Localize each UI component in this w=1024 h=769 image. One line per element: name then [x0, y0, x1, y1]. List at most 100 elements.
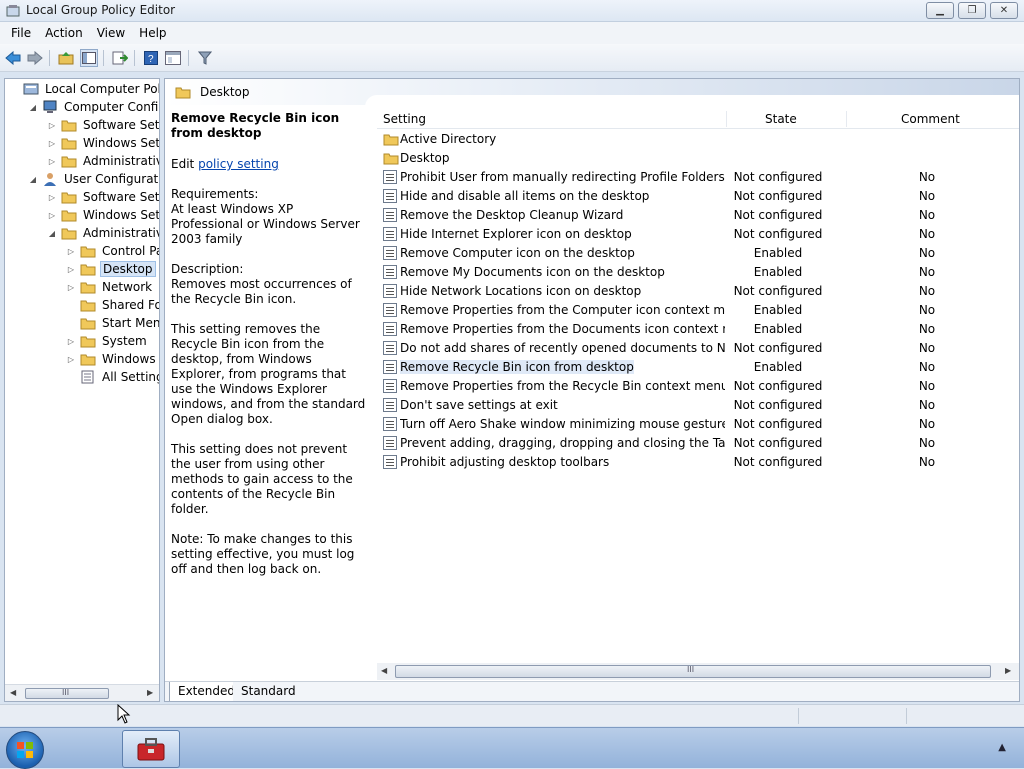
column-separator[interactable] [726, 111, 727, 127]
comment-cell: No [918, 265, 936, 279]
tree-node[interactable]: ◢ User Configuration [28, 170, 159, 188]
policy-row[interactable]: Do not add shares of recently opened doc… [377, 339, 1019, 358]
folder-row[interactable]: Active Directory [377, 130, 1019, 149]
collapse-arrow-icon[interactable]: ◢ [28, 174, 38, 184]
policy-row[interactable]: Hide Network Locations icon on desktop No… [377, 282, 1019, 301]
setting-cell: Remove Computer icon on the desktop [400, 246, 725, 260]
tree-node[interactable]: ▷ Administrative Te [47, 152, 159, 170]
state-cell: Not configured [733, 170, 823, 184]
tab-standard[interactable]: Standard [233, 682, 304, 701]
scroll-left-icon[interactable]: ◀ [381, 666, 387, 675]
policy-row[interactable]: Hide and disable all items on the deskto… [377, 187, 1019, 206]
tree-node[interactable]: ▷ Windows Setting [47, 206, 159, 224]
expand-arrow-icon[interactable]: ▷ [66, 282, 76, 292]
tree-node[interactable]: ▷ Windows Setting [47, 134, 159, 152]
expand-arrow-icon[interactable]: ▷ [66, 246, 76, 256]
tree-scroll-thumb[interactable]: III [25, 688, 109, 699]
scroll-right-icon[interactable]: ▶ [1005, 666, 1011, 675]
export-list-icon[interactable] [111, 49, 129, 67]
expand-arrow-icon[interactable]: ▷ [47, 192, 57, 202]
show-hidden-icons-button[interactable]: ▲ [998, 742, 1006, 753]
policy-row[interactable]: Remove Properties from the Recycle Bin c… [377, 377, 1019, 396]
tree-node[interactable]: Shared Folder [66, 296, 159, 314]
tree-node[interactable]: Start Menu ar [66, 314, 159, 332]
close-button[interactable]: ✕ [990, 2, 1018, 19]
tree-node[interactable]: ▷ Windows Cor [66, 350, 159, 368]
forward-arrow-icon[interactable] [26, 49, 44, 67]
policy-row[interactable]: Turn off Aero Shake window minimizing mo… [377, 415, 1019, 434]
tree-node[interactable]: ◢ Computer Configura [28, 98, 159, 116]
tree-node-label: Administrative Te [83, 226, 159, 240]
column-header-state[interactable]: State [765, 109, 797, 129]
policy-row[interactable]: Remove My Documents icon on the desktop E… [377, 263, 1019, 282]
state-cell: Not configured [733, 208, 823, 222]
description-block: Description: Removes most occurrences of… [171, 262, 369, 307]
edit-prefix: Edit [171, 157, 195, 171]
edit-line: Edit policy setting [171, 157, 369, 172]
expand-arrow-icon[interactable]: ▷ [47, 156, 57, 166]
taskbar: ▲ [0, 727, 1024, 769]
tree-node[interactable]: All Settings [66, 368, 159, 386]
tree-node-label: User Configuration [64, 172, 159, 186]
column-separator[interactable] [846, 111, 847, 127]
folder-row[interactable]: Desktop [377, 149, 1019, 168]
policy-row[interactable]: Remove Properties from the Computer icon… [377, 301, 1019, 320]
tree-node[interactable]: ▷ Control Panel [66, 242, 159, 260]
scroll-right-icon[interactable]: ▶ [147, 688, 153, 697]
list-horizontal-scrollbar[interactable]: ◀ III ▶ [377, 663, 1019, 680]
setting-name: Don't save settings at exit [400, 398, 558, 412]
menu-view[interactable]: View [90, 26, 132, 40]
collapse-arrow-icon[interactable]: ◢ [28, 102, 38, 112]
expand-arrow-icon[interactable]: ▷ [47, 138, 57, 148]
windows-start-orb-icon[interactable] [6, 731, 44, 769]
minimize-button[interactable]: ▁ [926, 2, 954, 19]
policy-row[interactable]: Prohibit adjusting desktop toolbars Not c… [377, 453, 1019, 472]
tree-node[interactable]: ▷ Software Settings [47, 188, 159, 206]
collapse-arrow-icon[interactable]: ◢ [47, 228, 57, 238]
setting-name: Active Directory [400, 132, 497, 146]
menu-file[interactable]: File [4, 26, 38, 40]
tree-horizontal-scrollbar[interactable]: ◀ III ▶ [5, 684, 159, 701]
column-header-setting[interactable]: Setting [383, 109, 426, 129]
policy-row[interactable]: Remove Computer icon on the desktop Enabl… [377, 244, 1019, 263]
tree-node[interactable]: ◢ Administrative Te [47, 224, 159, 242]
tree-node[interactable]: ▷ Network [66, 278, 154, 296]
tree-node-label: All Settings [102, 370, 159, 384]
tree-node[interactable]: ▷ System [66, 332, 149, 350]
policy-row[interactable]: Hide Internet Explorer icon on desktop No… [377, 225, 1019, 244]
expand-arrow-icon[interactable]: ▷ [47, 210, 57, 220]
properties-icon[interactable] [164, 49, 182, 67]
setting-name: Do not add shares of recently opened doc… [400, 341, 725, 355]
back-arrow-icon[interactable] [4, 49, 22, 67]
expand-arrow-icon[interactable]: ▷ [66, 336, 76, 346]
policy-setting-icon [383, 265, 397, 279]
menu-action[interactable]: Action [38, 26, 90, 40]
setting-name: Prevent adding, dragging, dropping and c… [400, 436, 725, 450]
policy-row[interactable]: Don't save settings at exit Not configure… [377, 396, 1019, 415]
show-hide-tree-icon[interactable] [80, 49, 98, 67]
policy-row[interactable]: Remove Recycle Bin icon from desktop Enab… [377, 358, 1019, 377]
menu-help[interactable]: Help [132, 26, 173, 40]
expand-arrow-icon[interactable]: ▷ [66, 354, 76, 364]
policy-row[interactable]: Remove the Desktop Cleanup Wizard Not con… [377, 206, 1019, 225]
tree-node[interactable]: Local Computer Policy [9, 80, 159, 98]
menu-bar: File Action View Help [0, 22, 1024, 44]
tree-node[interactable]: ▷ Software Settings [47, 116, 159, 134]
tree-node[interactable]: ▷ Desktop [66, 260, 156, 278]
policy-row[interactable]: Prohibit User from manually redirecting … [377, 168, 1019, 187]
help-icon[interactable]: ? [142, 49, 160, 67]
expand-arrow-icon[interactable]: ▷ [66, 264, 76, 274]
column-header-comment[interactable]: Comment [901, 109, 960, 129]
maximize-button[interactable]: ❐ [958, 2, 986, 19]
no-expander [66, 300, 76, 310]
policy-setting-link[interactable]: policy setting [198, 157, 279, 171]
filter-icon[interactable] [196, 49, 214, 67]
taskbar-group-policy-button[interactable] [122, 730, 180, 768]
scroll-left-icon[interactable]: ◀ [10, 688, 16, 697]
up-folder-icon[interactable] [57, 49, 75, 67]
policy-row[interactable]: Prevent adding, dragging, dropping and c… [377, 434, 1019, 453]
policy-row[interactable]: Remove Properties from the Documents ico… [377, 320, 1019, 339]
policy-setting-icon [383, 189, 397, 203]
expand-arrow-icon[interactable]: ▷ [47, 120, 57, 130]
setting-cell: Desktop [400, 151, 725, 165]
